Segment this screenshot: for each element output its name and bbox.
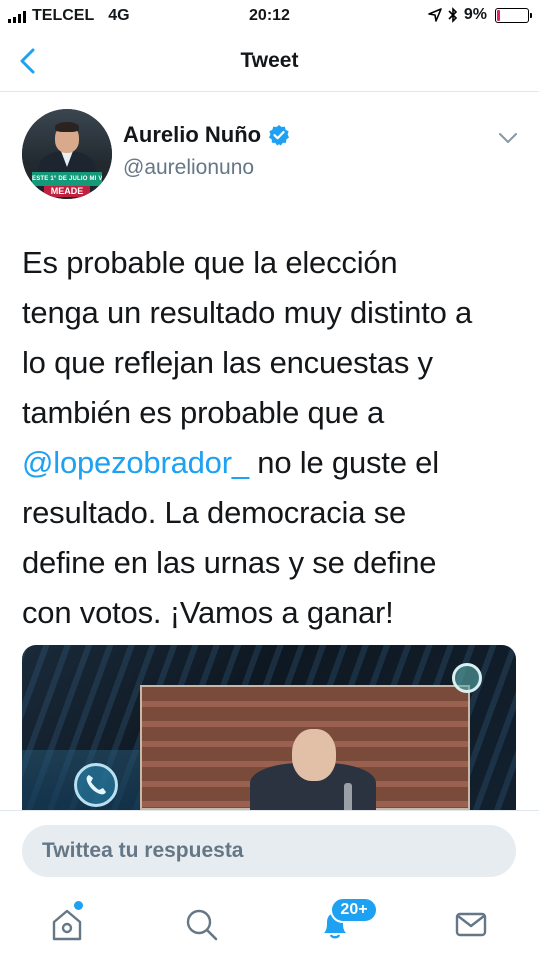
avatar-banner: ESTE 1° DE JULIO MI VOTO ES (32, 172, 102, 186)
author-name[interactable]: Aurelio Nuño (123, 122, 290, 148)
nav-header: Tweet (0, 32, 539, 92)
bluetooth-icon (448, 7, 458, 23)
tweet-line: define en las urnas y se define (22, 545, 437, 580)
avatar-logo: MEADE (44, 186, 90, 197)
tweet-text: Es probable que la elección tenga un res… (22, 238, 527, 638)
battery-percent: 9% (463, 6, 487, 23)
channel-logo-icon (452, 663, 482, 693)
tweet-line: Es probable que la elección (22, 245, 398, 280)
tweet-line: lo que reflejan las encuestas y (22, 345, 433, 380)
status-indicators: 9% (428, 6, 532, 24)
tweet-line-rest: no le guste el (248, 445, 439, 480)
tweet-line-mention: @lopezobrador_ no le guste el (22, 438, 527, 488)
tab-messages[interactable] (451, 904, 491, 944)
tweet-video[interactable] (22, 645, 516, 810)
messages-icon (455, 912, 487, 937)
reply-bar (0, 810, 539, 880)
home-new-dot (74, 901, 83, 910)
author-handle[interactable]: @aurelionuno (123, 156, 254, 180)
tweet-line: también es probable que a (22, 395, 385, 430)
location-arrow-icon (428, 8, 442, 22)
tweet-line: tenga un resultado muy distinto a (22, 295, 473, 330)
tab-search[interactable] (181, 904, 221, 944)
battery-icon (495, 7, 532, 23)
verified-badge-icon (269, 125, 290, 146)
tab-home[interactable] (47, 901, 87, 944)
tab-bar: 20+ (0, 880, 539, 960)
notifications-badge: 20+ (330, 897, 378, 923)
mention-link[interactable]: @lopezobrador_ (22, 445, 249, 480)
tweet-line: con votos. ¡Vamos a ganar! (22, 595, 394, 630)
search-icon (186, 909, 218, 941)
home-icon (52, 909, 82, 941)
page-title: Tweet (240, 49, 299, 72)
phone-icon (74, 763, 118, 807)
avatar[interactable]: ESTE 1° DE JULIO MI VOTO ES MEADE (22, 109, 112, 199)
status-bar: TELCEL 4G 20:12 9% (0, 0, 539, 32)
tweet-line: resultado. La democracia se (22, 495, 407, 530)
author-name-text: Aurelio Nuño (123, 122, 262, 147)
chevron-down-icon[interactable] (497, 130, 519, 146)
reply-input[interactable] (22, 825, 516, 877)
